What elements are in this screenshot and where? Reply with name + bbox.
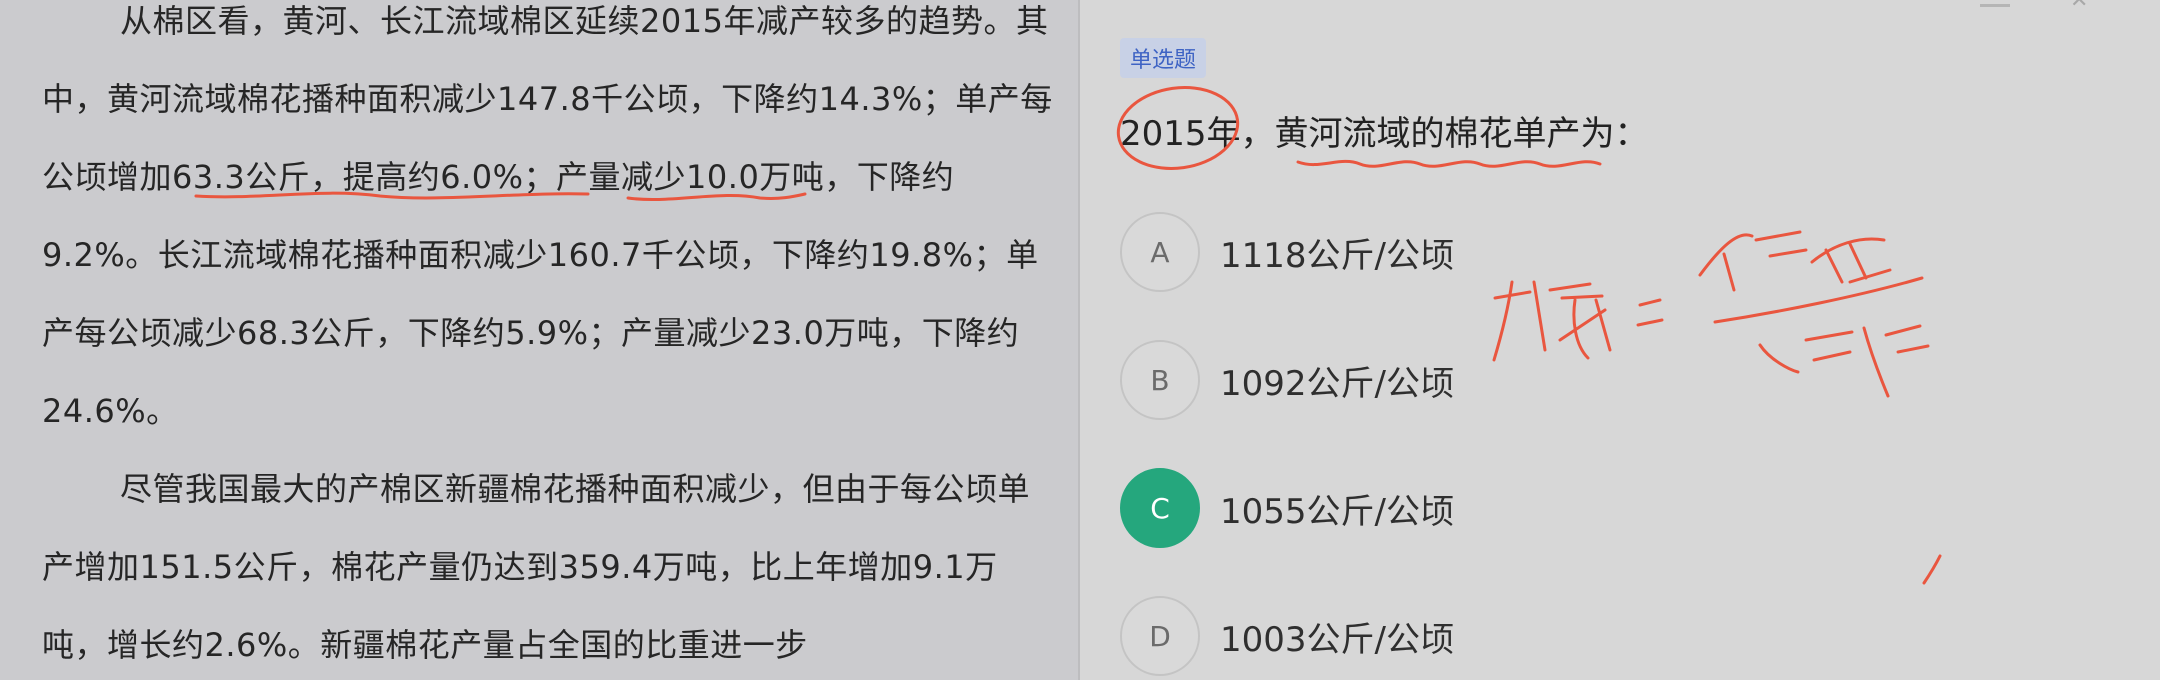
option-a[interactable]: A 1118公斤/公顷 (1120, 210, 1720, 294)
option-c-text[interactable]: 1055公斤/公顷 (1220, 484, 1454, 533)
reading-paragraph-1: 从棉区看，黄河、长江流域棉区延续2015年减产较多的趋势。其中，黄河流域棉花播种… (42, 2, 1053, 430)
question-type-badge: 单选题 (1120, 38, 1207, 78)
question-pane: ✕ 单选题 2015年，黄河流域的棉花单产为： A 1118公斤/公顷 B 10… (1080, 0, 2160, 680)
question-stem: 2015年，黄河流域的棉花单产为： (1120, 114, 1649, 154)
reading-paragraph-2: 尽管我国最大的产棉区新疆棉花播种面积减少，但由于每公顷单产增加151.5公斤，棉… (42, 470, 1031, 664)
option-b-letter[interactable]: B (1120, 340, 1200, 420)
close-icon[interactable]: ✕ (2070, 0, 2100, 13)
option-a-text[interactable]: 1118公斤/公顷 (1220, 228, 1454, 277)
option-c-letter[interactable]: C (1120, 468, 1200, 548)
option-a-letter[interactable]: A (1120, 212, 1200, 292)
option-b-text[interactable]: 1092公斤/公顷 (1220, 356, 1454, 405)
option-d-text[interactable]: 1003公斤/公顷 (1220, 612, 1454, 661)
option-c[interactable]: C 1055公斤/公顷 (1120, 466, 1720, 550)
option-b[interactable]: B 1092公斤/公顷 (1120, 338, 1720, 422)
reading-pane: 从棉区看，黄河、长江流域棉区延续2015年减产较多的趋势。其中，黄河流域棉花播种… (0, 0, 1078, 680)
minimize-icon[interactable] (1980, 0, 2010, 7)
option-d[interactable]: D 1003公斤/公顷 (1120, 594, 1720, 678)
option-d-letter[interactable]: D (1120, 596, 1200, 676)
